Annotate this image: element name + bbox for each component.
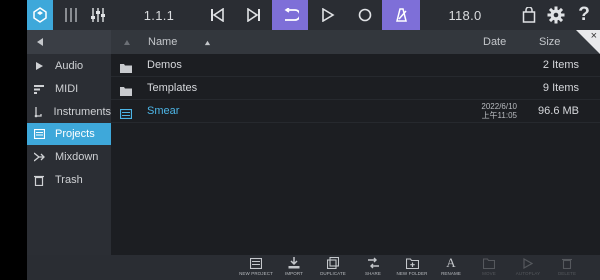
mixer-icon[interactable] xyxy=(61,0,81,30)
share-icon xyxy=(353,255,393,271)
close-icon: × xyxy=(590,30,597,42)
skip-back-icon[interactable] xyxy=(202,0,232,30)
store-icon[interactable] xyxy=(518,0,540,30)
import-icon xyxy=(274,255,314,271)
trash-icon xyxy=(33,174,45,186)
file-size: 9 Items xyxy=(542,82,579,94)
file-name: Templates xyxy=(147,82,198,94)
button-label: DUPLICATE xyxy=(320,271,346,276)
sidebar-item-projects[interactable]: Projects xyxy=(27,123,111,145)
button-label: AUTOPLAY xyxy=(515,271,541,276)
audio-icon xyxy=(33,60,45,72)
sidebar-item-audio[interactable]: Audio xyxy=(27,55,111,77)
file-size: 96.6 MB xyxy=(538,105,579,117)
delete-button[interactable]: DELETE xyxy=(547,255,587,280)
action-bar: NEW PROJECT IMPORT DUPLICATE SHARE NEW F… xyxy=(27,255,600,280)
button-label: NEW FOLDER xyxy=(396,271,428,276)
settings-icon[interactable] xyxy=(544,0,568,30)
rename-button[interactable]: A RENAME xyxy=(431,255,471,280)
sidebar-item-label: Trash xyxy=(55,174,83,186)
sort-ascending-icon xyxy=(204,30,211,54)
move-button[interactable]: MOVE xyxy=(469,255,509,280)
list-item-templates[interactable]: Templates 9 Items xyxy=(111,77,600,100)
transport-toolbar: 1.1.1 118.0 ? xyxy=(27,0,600,30)
sidebar-item-trash[interactable]: Trash xyxy=(27,169,111,191)
fader-icon[interactable] xyxy=(87,0,109,30)
sidebar-item-midi[interactable]: MIDI xyxy=(27,78,111,100)
metronome-icon[interactable] xyxy=(382,0,420,30)
sidebar-item-instruments[interactable]: Instruments xyxy=(27,101,111,123)
move-icon xyxy=(469,255,509,271)
button-label: DELETE xyxy=(557,271,577,276)
file-date: 2022/6/10 上午11:05 xyxy=(461,102,517,120)
button-label: RENAME xyxy=(441,271,461,276)
button-label: SHARE xyxy=(364,271,381,276)
app-frame: 1.1.1 118.0 ? Name Date Size × Audio MID… xyxy=(0,0,600,280)
list-item-smear[interactable]: Smear 2022/6/10 上午11:05 96.6 MB xyxy=(111,100,600,123)
button-label: MOVE xyxy=(482,271,496,276)
help-icon[interactable]: ? xyxy=(572,0,596,30)
up-arrow-icon[interactable] xyxy=(123,30,131,54)
folder-icon xyxy=(120,83,132,96)
new-folder-button[interactable]: NEW FOLDER xyxy=(392,255,432,280)
instruments-icon xyxy=(33,106,44,118)
duplicate-button[interactable]: DUPLICATE xyxy=(313,255,353,280)
new-project-icon xyxy=(236,255,276,271)
file-date-day: 2022/6/10 xyxy=(481,102,517,111)
autoplay-icon xyxy=(508,255,548,271)
delete-icon xyxy=(547,255,587,271)
back-arrow-icon xyxy=(37,38,43,46)
sidebar-item-mixdown[interactable]: Mixdown xyxy=(27,146,111,168)
loop-icon[interactable] xyxy=(272,0,308,30)
rename-icon: A xyxy=(446,255,456,270)
autoplay-button[interactable]: AUTOPLAY xyxy=(508,255,548,280)
button-label: NEW PROJECT xyxy=(239,271,273,276)
projects-icon xyxy=(33,128,45,140)
list-item-demos[interactable]: Demos 2 Items xyxy=(111,54,600,77)
folder-icon xyxy=(120,60,132,73)
duplicate-icon xyxy=(313,255,353,271)
song-position[interactable]: 1.1.1 xyxy=(135,0,183,30)
size-column-header[interactable]: Size xyxy=(539,30,560,54)
app-logo-icon[interactable] xyxy=(27,0,53,30)
tempo-display[interactable]: 118.0 xyxy=(441,0,489,30)
back-button[interactable] xyxy=(27,30,111,54)
file-list: Demos 2 Items Templates 9 Items Smear 20… xyxy=(111,54,600,255)
file-name: Smear xyxy=(147,105,180,117)
date-column-header[interactable]: Date xyxy=(483,30,506,54)
new-folder-icon xyxy=(392,255,432,271)
name-column-header[interactable]: Name xyxy=(148,30,177,54)
sidebar-item-label: Audio xyxy=(55,60,84,72)
file-size: 2 Items xyxy=(542,59,579,71)
close-browser-button[interactable]: × xyxy=(576,30,600,54)
mixdown-icon xyxy=(33,151,45,163)
play-icon[interactable] xyxy=(313,0,343,30)
new-project-button[interactable]: NEW PROJECT xyxy=(236,255,276,280)
record-icon[interactable] xyxy=(350,0,380,30)
project-file-icon xyxy=(119,106,133,120)
sidebar-item-label: Instruments xyxy=(53,106,111,118)
sidebar-item-label: MIDI xyxy=(55,83,79,95)
share-button[interactable]: SHARE xyxy=(353,255,393,280)
button-label: IMPORT xyxy=(284,271,304,276)
skip-forward-icon[interactable] xyxy=(239,0,269,30)
browser-sidebar: Audio MIDI Instruments Projects Mixdown … xyxy=(27,54,111,255)
file-date-time: 上午11:05 xyxy=(481,111,517,120)
file-name: Demos xyxy=(147,59,182,71)
sidebar-item-label: Mixdown xyxy=(55,151,99,163)
midi-icon xyxy=(33,83,45,95)
sidebar-item-label: Projects xyxy=(55,128,95,140)
import-button[interactable]: IMPORT xyxy=(274,255,314,280)
browser-header: Name Date Size × xyxy=(27,30,600,54)
